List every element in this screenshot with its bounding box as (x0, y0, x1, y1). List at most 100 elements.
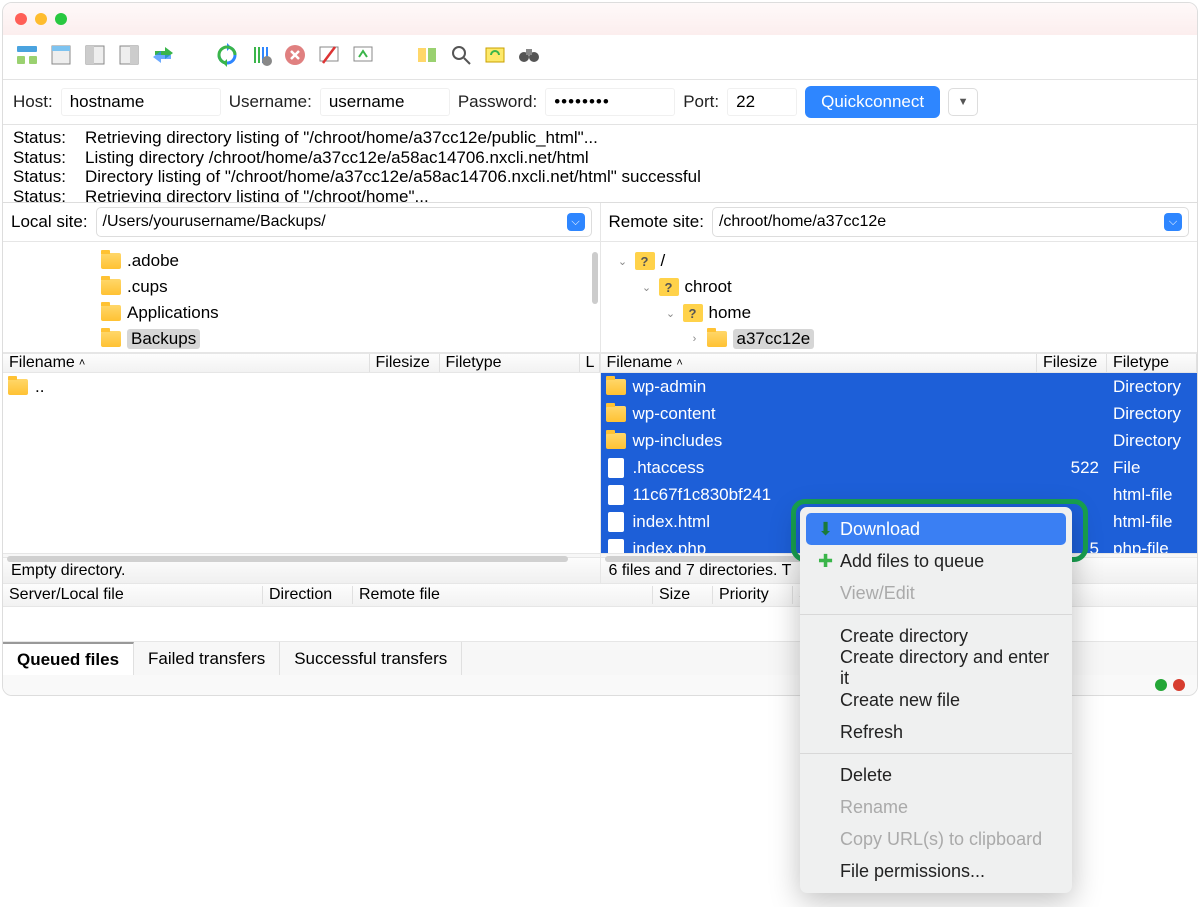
menu-separator (800, 753, 1072, 754)
username-input[interactable] (320, 88, 450, 116)
file-row[interactable]: 11c67f1c830bf241html-file (601, 481, 1198, 508)
auto-sync-button[interactable] (481, 43, 509, 71)
col-last[interactable]: L (586, 354, 595, 372)
col-filesize[interactable]: Filesize (376, 354, 430, 372)
reconnect-button[interactable] (349, 43, 377, 71)
port-label: Port: (683, 92, 719, 112)
tree-item[interactable]: ⌄?chroot (609, 274, 1190, 300)
toggle-log-button[interactable] (47, 43, 75, 71)
col-filetype[interactable]: Filetype (446, 354, 502, 372)
cancel-button[interactable] (281, 43, 309, 71)
file-icon (608, 539, 624, 554)
transfer-tab[interactable]: Failed transfers (134, 642, 280, 675)
disclosure-icon[interactable]: › (689, 333, 701, 345)
disclosure-icon[interactable]: ⌄ (641, 281, 653, 294)
menu-item-view-edit: View/Edit (800, 577, 1072, 609)
local-columns-header[interactable]: Filename˄ Filesize Filetype L (3, 353, 600, 373)
process-queue-button[interactable] (247, 43, 275, 71)
log-row: Status:Retrieving directory listing of "… (13, 128, 1187, 148)
file-name: wp-admin (627, 377, 1048, 397)
local-tree[interactable]: .adobe.cups Applications Backups (3, 242, 600, 352)
queue-col[interactable]: Server/Local file (3, 586, 263, 604)
tree-item-label: chroot (685, 277, 732, 297)
queue-col[interactable]: Remote file (353, 586, 653, 604)
file-row[interactable]: .htaccess522File (601, 454, 1198, 481)
file-type: php-file (1107, 539, 1197, 554)
col-filetype[interactable]: Filetype (1113, 354, 1169, 372)
titlebar[interactable] (3, 3, 1197, 35)
directory-compare-button[interactable] (413, 43, 441, 71)
file-row[interactable]: .. (3, 373, 600, 400)
tree-item-label: Applications (127, 303, 219, 323)
queue-col[interactable]: Priority (713, 586, 793, 604)
zoom-window-button[interactable] (55, 13, 67, 25)
menu-item-refresh[interactable]: Refresh (800, 716, 1072, 748)
add-icon: ✚ (818, 551, 840, 572)
site-path-row: Local site: /Users/yourusername/Backups/… (3, 203, 1197, 242)
log-label: Status: (13, 128, 85, 148)
menu-item-label: View/Edit (840, 583, 915, 604)
disclosure-icon[interactable]: ⌄ (665, 307, 677, 320)
scrollbar-thumb[interactable] (592, 252, 598, 304)
tree-item[interactable]: Applications (11, 300, 592, 326)
port-input[interactable] (727, 88, 797, 116)
binoculars-button[interactable] (515, 43, 543, 71)
sync-browse-button[interactable] (149, 43, 177, 71)
col-filename[interactable]: Filename (9, 354, 75, 372)
tree-item-label: Backups (127, 329, 200, 349)
tree-item[interactable]: .adobe (11, 248, 592, 274)
tree-item-label: home (709, 303, 752, 323)
menu-item-delete[interactable]: Delete (800, 759, 1072, 791)
search-button[interactable] (447, 43, 475, 71)
queue-col[interactable]: Size (653, 586, 713, 604)
minimize-window-button[interactable] (35, 13, 47, 25)
menu-item-add-files-to-queue[interactable]: ✚Add files to queue (800, 545, 1072, 577)
col-filesize[interactable]: Filesize (1043, 354, 1097, 372)
binoculars-icon (517, 43, 541, 72)
local-site-combo[interactable]: /Users/yourusername/Backups/ ⌵ (96, 207, 592, 237)
menu-item-label: File permissions... (840, 861, 985, 882)
queue-col[interactable]: Direction (263, 586, 353, 604)
remote-site-combo[interactable]: /chroot/home/a37cc12e ⌵ (712, 207, 1189, 237)
password-label: Password: (458, 92, 537, 112)
menu-item-create-directory-and-enter-it[interactable]: Create directory and enter it (800, 652, 1072, 684)
folder-icon (101, 331, 121, 347)
tree-item[interactable]: Backups (11, 326, 592, 352)
remote-tree[interactable]: ⌄?/⌄?chroot⌄?home›a37cc12e (601, 242, 1198, 352)
tree-item[interactable]: ›a37cc12e (609, 326, 1190, 352)
context-menu: ⬇Download✚Add files to queue View/Edit Cre… (800, 507, 1072, 893)
transfer-tab[interactable]: Queued files (3, 642, 134, 675)
file-row[interactable]: wp-contentDirectory (601, 400, 1198, 427)
local-hscroll[interactable] (3, 553, 600, 557)
remote-columns-header[interactable]: Filename˄ Filesize Filetype (601, 353, 1198, 373)
disclosure-icon[interactable]: ⌄ (617, 255, 629, 268)
toggle-local-tree-button[interactable] (81, 43, 109, 71)
menu-item-download[interactable]: ⬇Download (806, 513, 1066, 545)
disconnect-button[interactable] (315, 43, 343, 71)
col-filename[interactable]: Filename (607, 354, 673, 372)
menu-item-label: Download (840, 519, 920, 540)
menu-item-label: Rename (840, 797, 908, 818)
transfer-tab[interactable]: Successful transfers (280, 642, 462, 675)
tree-item[interactable]: .cups (11, 274, 592, 300)
file-row[interactable]: wp-adminDirectory (601, 373, 1198, 400)
toggle-remote-tree-button[interactable] (115, 43, 143, 71)
menu-item-label: Create directory and enter it (840, 647, 1054, 689)
quickconnect-history-button[interactable]: ▼ (948, 88, 978, 116)
file-row[interactable]: wp-includesDirectory (601, 427, 1198, 454)
folder-icon (101, 279, 121, 295)
log-text: Listing directory /chroot/home/a37cc12e/… (85, 148, 589, 168)
tree-item[interactable]: ⌄?/ (609, 248, 1190, 274)
host-input[interactable] (61, 88, 221, 116)
site-manager-button[interactable] (13, 43, 41, 71)
refresh-button[interactable] (213, 43, 241, 71)
tree-item[interactable]: ⌄?home (609, 300, 1190, 326)
close-window-button[interactable] (15, 13, 27, 25)
password-input[interactable] (545, 88, 675, 116)
local-file-list[interactable]: .. (3, 373, 600, 553)
quickconnect-button[interactable]: Quickconnect (805, 86, 940, 118)
message-log[interactable]: Status:Retrieving directory listing of "… (3, 125, 1197, 203)
file-name: wp-includes (627, 431, 1048, 451)
menu-item-file-permissions-[interactable]: File permissions... (800, 855, 1072, 887)
auto-sync-icon (483, 43, 507, 72)
